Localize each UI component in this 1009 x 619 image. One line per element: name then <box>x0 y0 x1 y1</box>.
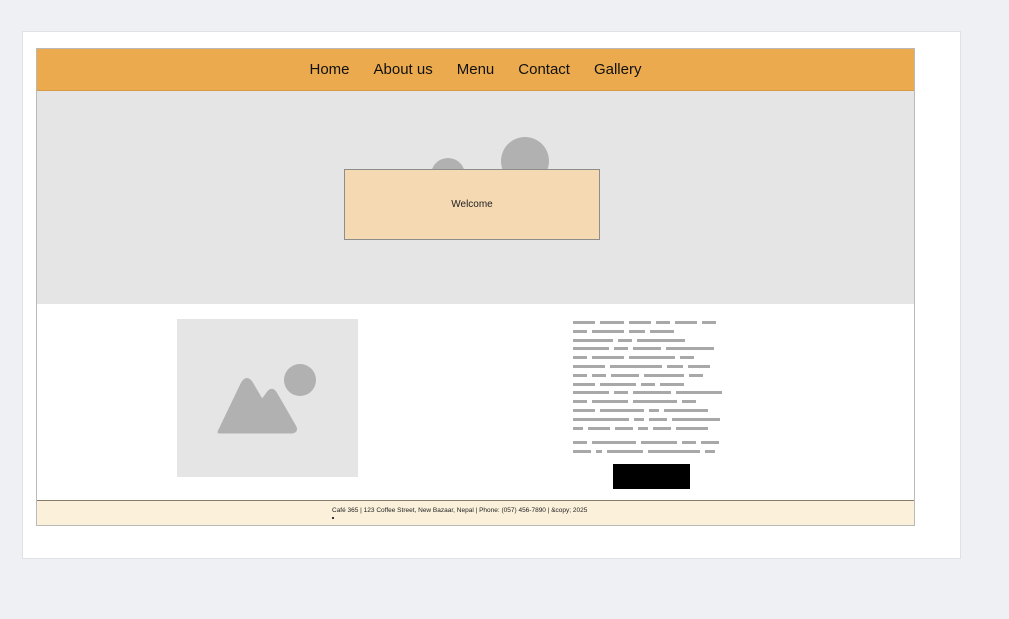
nav-menu[interactable]: Menu <box>445 49 507 90</box>
welcome-box: Welcome <box>344 169 600 240</box>
website-frame: Home About us Menu Contact Gallery Welco… <box>36 48 915 526</box>
footer-dot <box>332 517 334 519</box>
nav-about-us[interactable]: About us <box>362 49 445 90</box>
nav-contact[interactable]: Contact <box>506 49 582 90</box>
nav-home[interactable]: Home <box>298 49 362 90</box>
text-placeholder-block <box>573 321 733 459</box>
welcome-text: Welcome <box>451 199 493 210</box>
hero-section: Welcome <box>37 91 914 304</box>
action-button[interactable] <box>613 464 690 489</box>
site-footer: Café 365 | 123 Coffee Street, New Bazaar… <box>37 500 914 525</box>
nav-gallery[interactable]: Gallery <box>582 49 654 90</box>
image-placeholder-icon <box>217 364 316 434</box>
top-nav: Home About us Menu Contact Gallery <box>37 49 914 91</box>
content-image-placeholder <box>177 319 358 477</box>
footer-text: Café 365 | 123 Coffee Street, New Bazaar… <box>332 507 588 514</box>
